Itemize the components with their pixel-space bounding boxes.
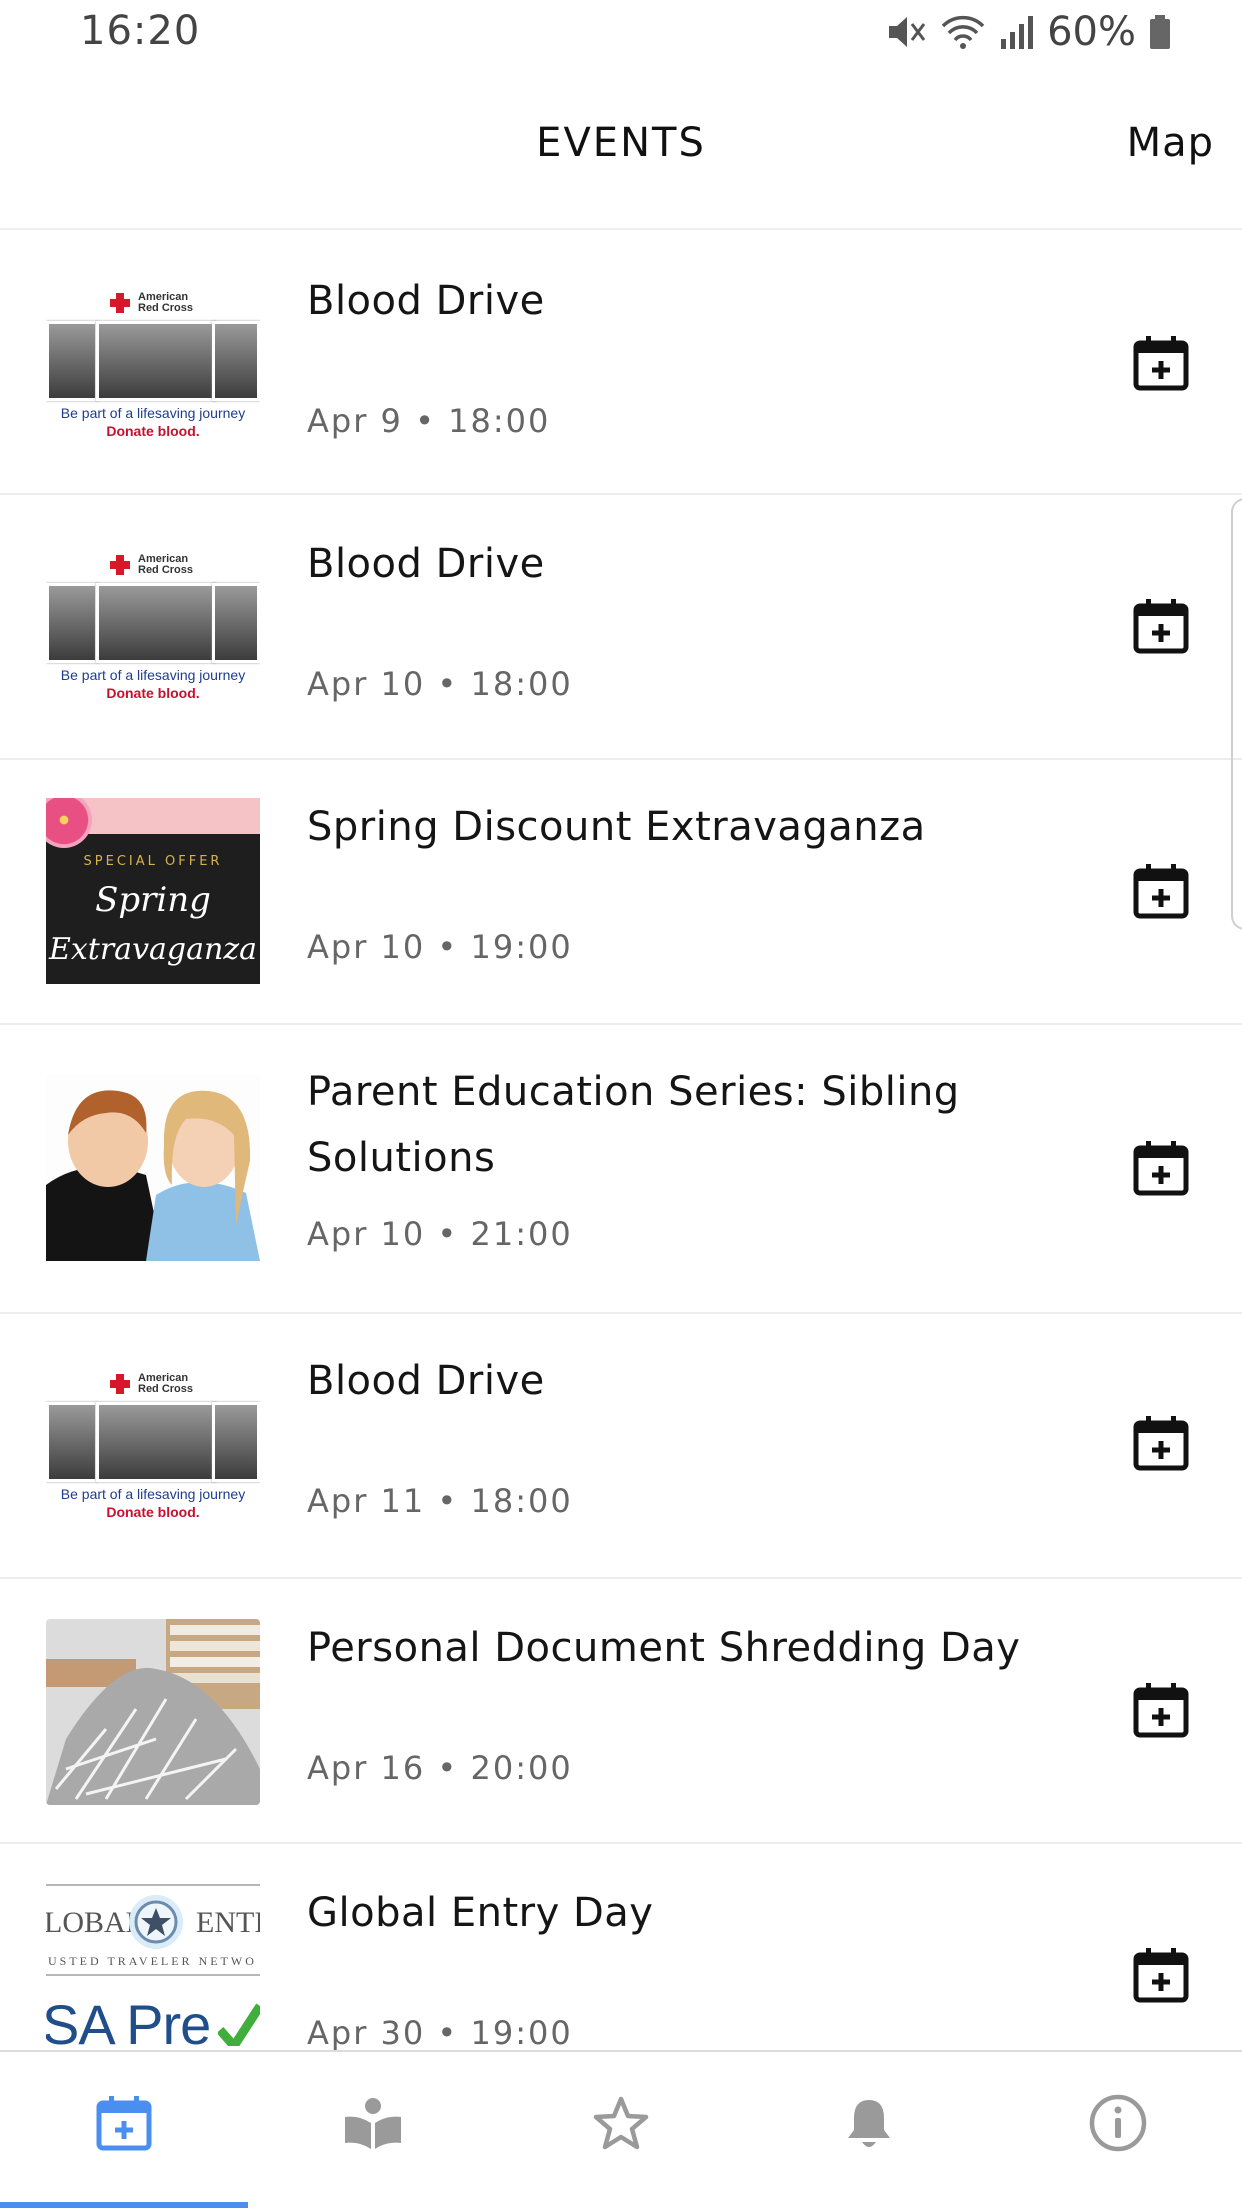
- event-date: Apr 10 • 21:00: [307, 1215, 573, 1253]
- event-date: Apr 9 • 18:00: [307, 402, 551, 440]
- event-title: Blood Drive: [307, 541, 545, 587]
- wifi-icon: [941, 15, 985, 49]
- active-tab-indicator: [0, 2202, 248, 2208]
- app-header: EVENTS Map: [0, 64, 1242, 230]
- star-seal-icon: [129, 1895, 183, 1949]
- event-date: Apr 30 • 19:00: [307, 2014, 573, 2050]
- nav-notifications[interactable]: [745, 2052, 993, 2208]
- event-row[interactable]: American Red Cross Be part of a lifesavin…: [0, 495, 1242, 760]
- checkmark-icon: [218, 2003, 260, 2046]
- map-button[interactable]: Map: [1127, 120, 1214, 166]
- scroll-indicator[interactable]: [1231, 498, 1242, 930]
- event-image-red-cross: American Red Cross Be part of a lifesavin…: [46, 1366, 260, 1552]
- nav-favorites[interactable]: [497, 2052, 745, 2208]
- add-to-calendar-icon[interactable]: [1132, 1414, 1190, 1472]
- event-row[interactable]: SPECIAL OFFER Spring Extravaganza Spring…: [0, 760, 1242, 1025]
- event-title: Personal Document Shredding Day: [307, 1625, 1021, 1671]
- event-row[interactable]: Personal Document Shredding Day Apr 16 •…: [0, 1579, 1242, 1844]
- red-cross-icon: [108, 553, 132, 577]
- event-image-spring: SPECIAL OFFER Spring Extravaganza: [46, 798, 260, 984]
- info-icon: [1089, 2094, 1147, 2152]
- event-row[interactable]: American Red Cross Be part of a lifesavin…: [0, 230, 1242, 495]
- add-to-calendar-icon[interactable]: [1132, 1946, 1190, 2004]
- calendar-add-icon: [96, 2096, 152, 2151]
- event-date: Apr 16 • 20:00: [307, 1749, 573, 1787]
- mute-icon: [889, 17, 926, 47]
- event-list[interactable]: American Red Cross Be part of a lifesavin…: [0, 230, 1242, 2050]
- nav-reading[interactable]: [248, 2052, 496, 2208]
- bell-icon: [848, 2100, 891, 2147]
- event-title: Blood Drive: [307, 1358, 545, 1404]
- bottom-nav: [0, 2050, 1242, 2208]
- status-icons: 60%: [887, 8, 1172, 56]
- nav-events[interactable]: [0, 2052, 248, 2208]
- flower-icon: [46, 798, 92, 848]
- red-cross-icon: [108, 291, 132, 315]
- event-date: Apr 11 • 18:00: [307, 1482, 573, 1520]
- status-time: 16:20: [80, 8, 201, 54]
- add-to-calendar-icon[interactable]: [1132, 1139, 1190, 1197]
- red-cross-icon: [108, 1372, 132, 1396]
- add-to-calendar-icon[interactable]: [1132, 334, 1190, 392]
- event-image-global-entry: LOBAL ENTI USTED TRAVELER NETWO SA Pre: [46, 1884, 260, 2046]
- event-title: Global Entry Day: [307, 1890, 654, 1936]
- event-date: Apr 10 • 19:00: [307, 928, 573, 966]
- star-icon: [593, 2096, 649, 2150]
- event-image-red-cross: American Red Cross Be part of a lifesavin…: [46, 285, 260, 471]
- page-title: EVENTS: [536, 120, 706, 166]
- status-bar: 16:20 60%: [0, 0, 1242, 64]
- battery-percent: 60%: [1047, 9, 1136, 55]
- add-to-calendar-icon[interactable]: [1132, 597, 1190, 655]
- event-title: Spring Discount Extravaganza: [307, 804, 926, 850]
- event-row[interactable]: Parent Education Series: Sibling Solutio…: [0, 1025, 1242, 1314]
- event-row[interactable]: American Red Cross Be part of a lifesavin…: [0, 1314, 1242, 1579]
- nav-info[interactable]: [994, 2052, 1242, 2208]
- event-image-shredding: [46, 1619, 260, 1805]
- event-row[interactable]: LOBAL ENTI USTED TRAVELER NETWO SA Pre G…: [0, 1844, 1242, 2050]
- add-to-calendar-icon[interactable]: [1132, 862, 1190, 920]
- event-image-kids: [46, 1075, 260, 1261]
- add-to-calendar-icon[interactable]: [1132, 1681, 1190, 1739]
- battery-icon: [1150, 15, 1170, 49]
- event-title: Blood Drive: [307, 278, 545, 324]
- event-image-red-cross: American Red Cross Be part of a lifesavin…: [46, 547, 260, 733]
- book-reader-icon: [344, 2098, 401, 2149]
- event-date: Apr 10 • 18:00: [307, 665, 573, 703]
- signal-icon: [1001, 16, 1034, 49]
- event-title: Parent Education Series: Sibling Solutio…: [307, 1069, 960, 1181]
